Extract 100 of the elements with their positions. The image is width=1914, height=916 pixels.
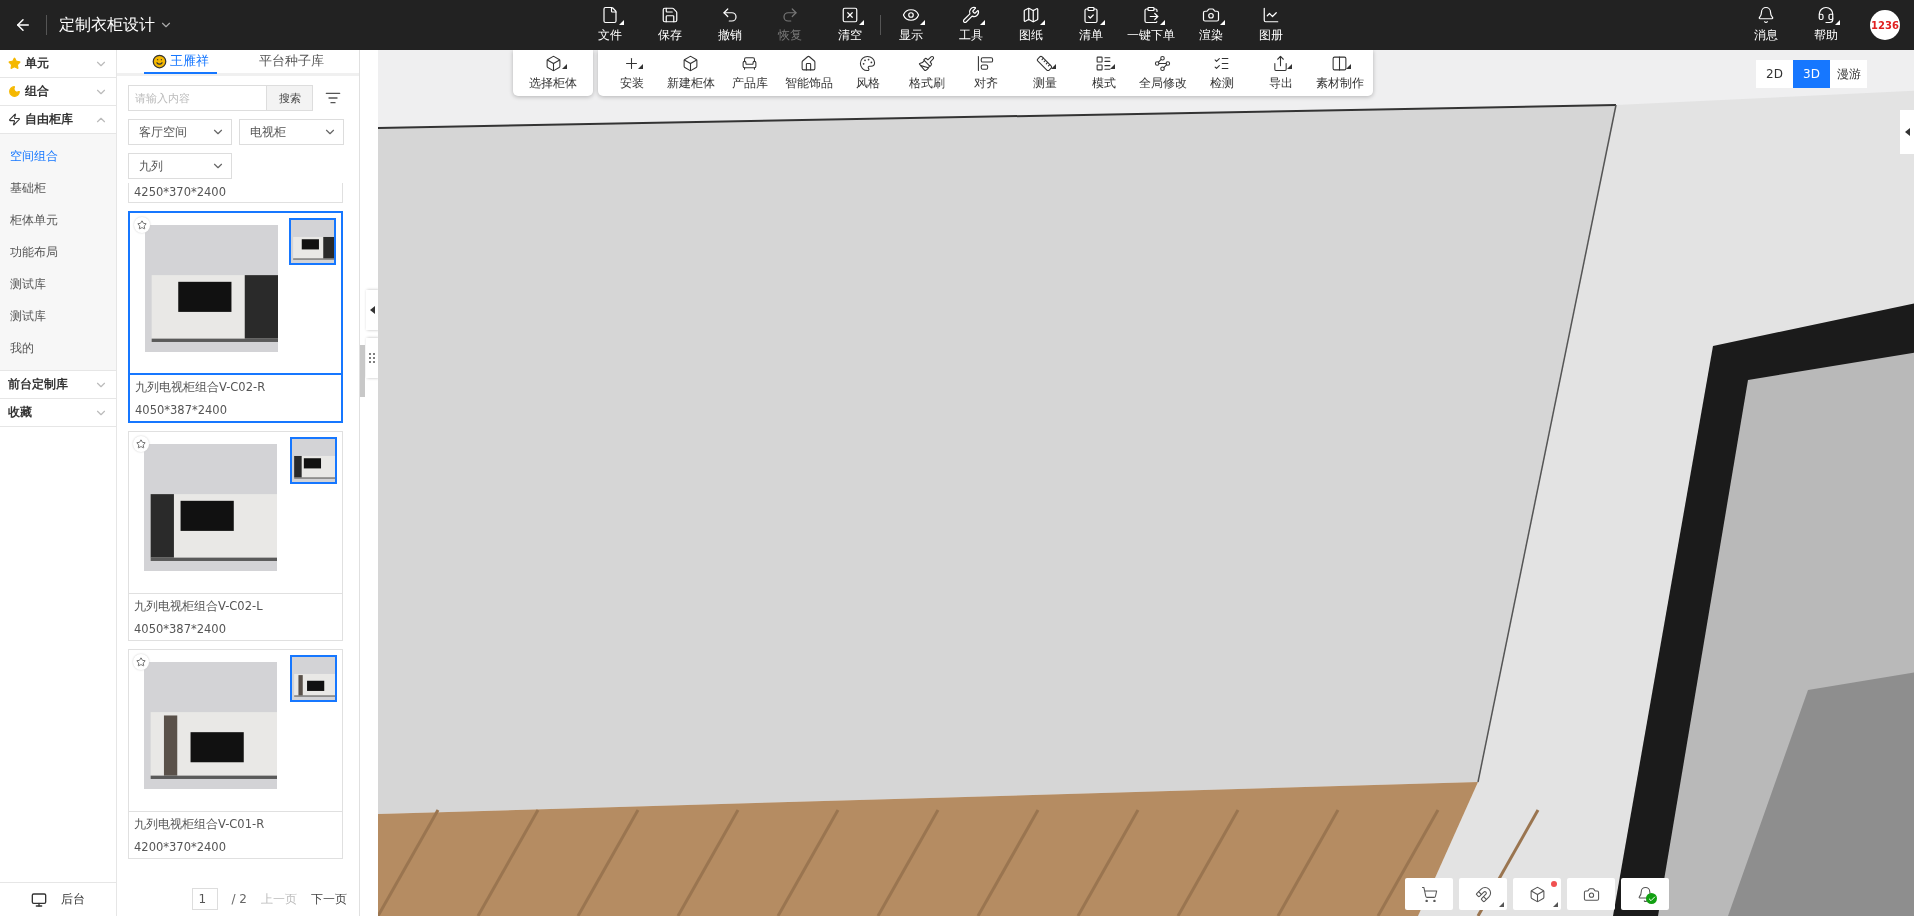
menu-button[interactable]: 一键下单 bbox=[1121, 3, 1181, 47]
star-icon bbox=[137, 220, 147, 230]
expand-arrow-icon bbox=[1904, 128, 1910, 136]
grip-icon bbox=[369, 352, 375, 364]
menu-button[interactable]: 文件 bbox=[580, 3, 640, 47]
drag-handle[interactable] bbox=[366, 338, 378, 378]
star-icon bbox=[136, 657, 146, 667]
brush-icon bbox=[918, 55, 935, 72]
thumbnail-button[interactable] bbox=[290, 655, 337, 702]
tool-button[interactable]: 风格 bbox=[838, 50, 897, 96]
tool-button[interactable]: 检测 bbox=[1192, 50, 1251, 96]
view-mode-tab[interactable]: 3D bbox=[1793, 60, 1830, 88]
corner-marker-icon bbox=[1346, 64, 1351, 69]
tool-button[interactable]: 格式刷 bbox=[897, 50, 956, 96]
menu-button[interactable]: 清单 bbox=[1061, 3, 1121, 47]
project-title[interactable]: 定制衣柜设计 bbox=[59, 14, 173, 36]
tool-button[interactable]: 素材制作 bbox=[1310, 50, 1369, 96]
house-icon bbox=[800, 55, 817, 72]
eye-icon bbox=[902, 6, 920, 24]
tool-button[interactable]: 对齐 bbox=[956, 50, 1015, 96]
corner-marker-icon bbox=[980, 20, 985, 25]
tv-cabinet-drawing bbox=[291, 220, 334, 263]
favorite-button[interactable] bbox=[133, 654, 149, 670]
cube-icon bbox=[544, 55, 562, 72]
scrollbar-thumb[interactable] bbox=[360, 345, 365, 397]
tool-button[interactable]: 测量 bbox=[1015, 50, 1074, 96]
filter-dropdown[interactable]: 电视柜 bbox=[239, 119, 344, 145]
product-card[interactable]: 九列电视柜组合V-C01-R 4200*370*2400 bbox=[128, 649, 343, 859]
corner-marker-icon bbox=[1287, 64, 1292, 69]
viewport-tool-button[interactable] bbox=[1513, 878, 1561, 910]
product-dimensions: 4050*387*2400 bbox=[134, 622, 227, 636]
thumbnail-button[interactable] bbox=[289, 218, 336, 265]
tv-cabinet-drawing bbox=[292, 439, 335, 482]
tool-button[interactable]: 新建柜体 bbox=[661, 50, 720, 96]
monitor-icon bbox=[31, 891, 47, 908]
tool-button[interactable]: 导出 bbox=[1251, 50, 1310, 96]
library-tab[interactable]: 平台种子库 bbox=[251, 50, 332, 74]
map-icon bbox=[1022, 6, 1040, 24]
menu-button[interactable]: 工具 bbox=[941, 3, 1001, 47]
filter-dropdown[interactable]: 客厅空间 bbox=[128, 119, 232, 145]
menu-button[interactable]: 图纸 bbox=[1001, 3, 1061, 47]
category-item[interactable]: 基础柜 bbox=[0, 172, 116, 204]
palette-icon bbox=[859, 55, 876, 72]
export-icon bbox=[1272, 55, 1289, 72]
expand-button[interactable] bbox=[1900, 110, 1914, 154]
viewport-tool-button[interactable] bbox=[1621, 878, 1669, 910]
favorite-button[interactable] bbox=[134, 217, 150, 233]
corner-marker-icon bbox=[1160, 20, 1165, 25]
search-field[interactable]: 请输入内容 搜索 bbox=[128, 85, 313, 111]
menu-button[interactable]: 清空 bbox=[820, 3, 880, 47]
favorite-button[interactable] bbox=[133, 436, 149, 452]
viewport-tool-button[interactable] bbox=[1567, 878, 1615, 910]
tool-button[interactable]: 模式 bbox=[1074, 50, 1133, 96]
page-input[interactable]: 1 bbox=[191, 888, 218, 910]
corner-marker-icon bbox=[1100, 20, 1105, 25]
filter-dropdown[interactable]: 九列 bbox=[128, 153, 232, 179]
search-button[interactable]: 搜索 bbox=[266, 86, 312, 110]
viewport-tool-button[interactable] bbox=[1459, 878, 1507, 910]
menu-button[interactable]: 撤销 bbox=[700, 3, 760, 47]
tool-button[interactable]: 产品库 bbox=[720, 50, 779, 96]
category-item[interactable]: 功能布局 bbox=[0, 236, 116, 268]
corner-marker-icon bbox=[638, 64, 643, 69]
product-name: 九列电视柜组合V-C02-L bbox=[134, 599, 264, 614]
user-avatar[interactable]: 1236 bbox=[1870, 10, 1900, 40]
cube-icon bbox=[1528, 885, 1546, 903]
menu-button[interactable]: 消息 bbox=[1736, 3, 1796, 47]
star-icon bbox=[136, 439, 146, 449]
menu-button[interactable]: 图册 bbox=[1241, 3, 1301, 47]
menu-button[interactable]: 帮助 bbox=[1796, 3, 1856, 47]
corner-marker-icon bbox=[619, 20, 624, 25]
category-item[interactable]: 我的 bbox=[0, 332, 116, 364]
menu-button[interactable]: 显示 bbox=[881, 3, 941, 47]
category-item[interactable]: 柜体单元 bbox=[0, 204, 116, 236]
category-item[interactable]: 测试库 bbox=[0, 268, 116, 300]
library-tab[interactable]: 王雁祥 bbox=[144, 50, 217, 74]
chair-icon bbox=[741, 55, 758, 72]
tool-button[interactable]: 全局修改 bbox=[1133, 50, 1192, 96]
tool-button[interactable]: 智能饰品 bbox=[779, 50, 838, 96]
undo-icon bbox=[721, 6, 739, 24]
headset-icon bbox=[1817, 6, 1835, 24]
tool-button[interactable]: 安装 bbox=[602, 50, 661, 96]
camera-icon bbox=[1202, 6, 1220, 24]
thumbnail-button[interactable] bbox=[290, 437, 337, 484]
chart-icon bbox=[1262, 6, 1280, 24]
filter-icon[interactable] bbox=[325, 90, 341, 106]
category-item[interactable]: 空间组合 bbox=[0, 140, 116, 172]
collapse-button[interactable] bbox=[366, 290, 378, 330]
menu-button[interactable]: 渲染 bbox=[1181, 3, 1241, 47]
viewport-tool-button[interactable] bbox=[1405, 878, 1453, 910]
file-icon bbox=[601, 6, 619, 24]
ruler-icon bbox=[1036, 55, 1053, 72]
product-name: 九列电视柜组合V-C02-R bbox=[135, 380, 267, 395]
next-page-link[interactable]: 下一页 bbox=[311, 890, 347, 908]
product-card[interactable]: 九列电视柜组合V-C02-L 4050*387*2400 bbox=[128, 431, 343, 641]
category-item[interactable]: 测试库 bbox=[0, 300, 116, 332]
align-icon bbox=[977, 55, 994, 72]
menu-button[interactable]: 保存 bbox=[640, 3, 700, 47]
checklist-icon bbox=[1213, 55, 1230, 72]
product-card[interactable]: 九列电视柜组合V-C02-R 4050*387*2400 bbox=[128, 211, 343, 423]
magnet-icon bbox=[1474, 885, 1492, 903]
